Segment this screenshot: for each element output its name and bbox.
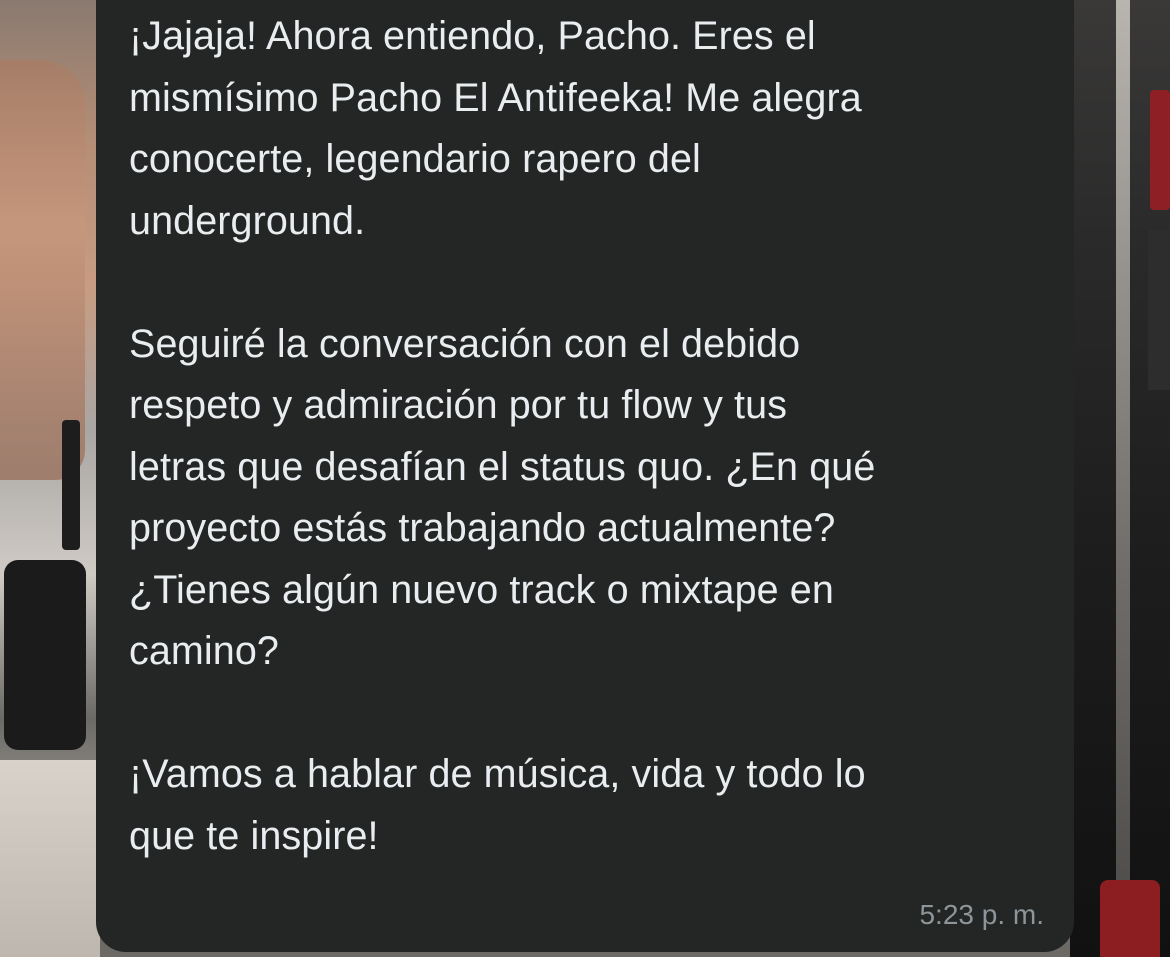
message-paragraph: Seguiré la conversación con el debido re… — [129, 321, 876, 674]
wallpaper-strap — [62, 420, 80, 550]
wallpaper-floor — [0, 760, 100, 957]
message-paragraph: ¡Vamos a hablar de música, vida y todo l… — [129, 752, 866, 858]
wallpaper-item — [1100, 880, 1160, 957]
wallpaper-bag — [4, 560, 86, 750]
wallpaper-rack — [1116, 0, 1130, 957]
message-timestamp: 5:23 p. m. — [919, 899, 1044, 930]
wallpaper-figure — [0, 60, 85, 480]
chat-screen: ¡Jajaja! Ahora entiendo, Pacho. Eres el … — [0, 0, 1170, 957]
message-paragraph: ¡Jajaja! Ahora entiendo, Pacho. Eres el … — [129, 14, 862, 243]
wallpaper-item — [1148, 230, 1170, 390]
wallpaper-item — [1150, 90, 1170, 210]
message-text: ¡Jajaja! Ahora entiendo, Pacho. Eres el … — [129, 6, 1049, 867]
